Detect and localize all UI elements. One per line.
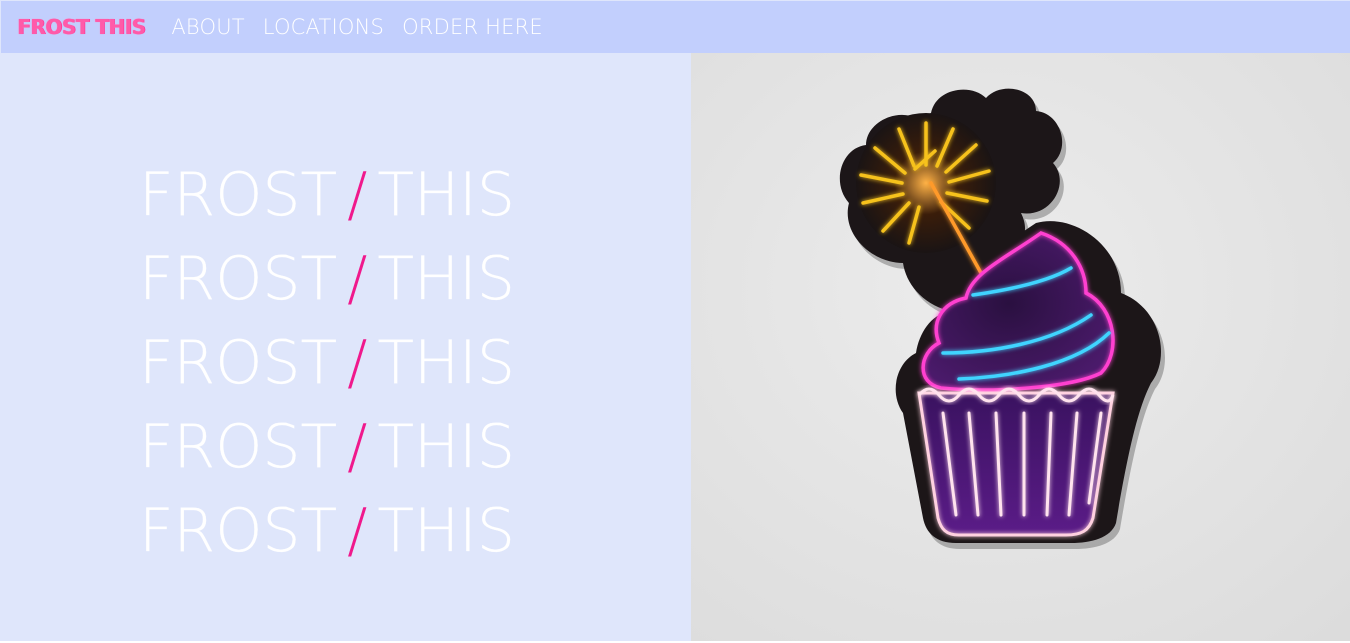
hero-title-stack: FROST / THIS FROST / THIS FROST / THIS FROST / T… xyxy=(139,153,515,573)
brand-logo-link[interactable]: FROST THIS xyxy=(17,15,146,39)
hero-title-word-left: FROST xyxy=(139,328,338,398)
hero-title-line: FROST / THIS xyxy=(139,405,515,489)
hero-title-line: FROST / THIS xyxy=(139,153,515,237)
nav-link-locations[interactable]: LOCATIONS xyxy=(263,15,384,39)
hero-title-line: FROST / THIS xyxy=(139,489,515,573)
hero-title-word-left: FROST xyxy=(139,244,338,314)
hero-text-panel: FROST / THIS FROST / THIS FROST / THIS FROST / T… xyxy=(1,53,691,641)
hero-title-word-left: FROST xyxy=(139,496,338,566)
hero-title-slash: / xyxy=(347,244,368,314)
hero-title-line: FROST / THIS xyxy=(139,321,515,405)
nav-link-order-here[interactable]: ORDER HERE xyxy=(402,15,543,39)
hero-title-word-right: THIS xyxy=(377,244,515,314)
hero-title-word-left: FROST xyxy=(139,412,338,482)
hero-title-word-right: THIS xyxy=(377,412,515,482)
hero-title-slash: / xyxy=(347,328,368,398)
neon-cupcake-image xyxy=(691,53,1350,641)
hero-title-slash: / xyxy=(347,160,368,230)
hero-title-slash: / xyxy=(347,412,368,482)
hero-image-panel xyxy=(691,53,1350,641)
hero-title-word-right: THIS xyxy=(377,160,515,230)
hero-title-word-right: THIS xyxy=(377,328,515,398)
hero-title-word-right: THIS xyxy=(377,496,515,566)
hero-title-line: FROST / THIS xyxy=(139,237,515,321)
hero-title-slash: / xyxy=(347,496,368,566)
nav-link-about[interactable]: ABOUT xyxy=(171,15,244,39)
top-navbar: FROST THIS ABOUT LOCATIONS ORDER HERE xyxy=(1,1,1350,53)
hero-title-word-left: FROST xyxy=(139,160,338,230)
